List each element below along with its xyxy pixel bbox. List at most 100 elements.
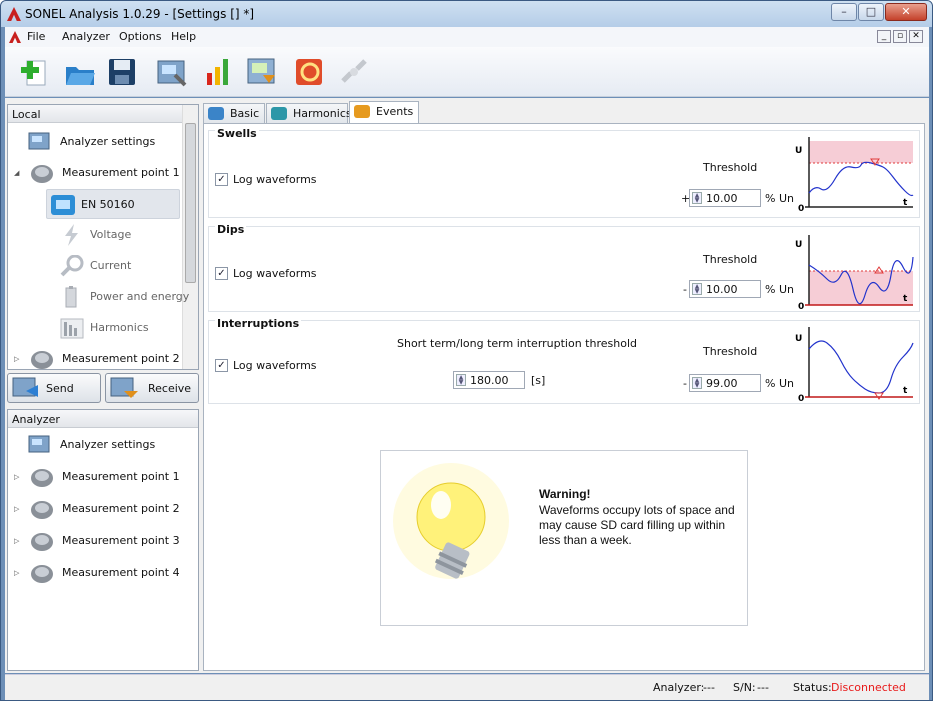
status-analyzer-value: ---	[703, 681, 715, 694]
measurement-point-icon	[31, 469, 53, 487]
zero-label: 0	[798, 302, 804, 311]
scroll-thumb[interactable]	[185, 123, 196, 283]
interruptions-threshold-label: Threshold	[703, 345, 758, 358]
interruptions-log-waveforms-checkbox[interactable]: ✓	[215, 359, 228, 372]
swells-log-waveforms-checkbox[interactable]: ✓	[215, 173, 228, 186]
tree-item-en-50160[interactable]: EN 50160	[46, 189, 180, 219]
client-area: Local Analyzer settings ◢ Measurement po…	[5, 98, 929, 673]
mdi-minimize-button[interactable]: _	[877, 30, 891, 43]
status-label: Status:	[793, 681, 832, 694]
mdi-close-button[interactable]: ✕	[909, 30, 923, 43]
chart-icon[interactable]	[201, 55, 235, 89]
tab-harmonics[interactable]: Harmonics	[266, 103, 352, 123]
measurement-point-icon	[31, 165, 53, 183]
voltage-icon	[65, 224, 78, 246]
tree-item-label: Measurement point 2	[62, 502, 180, 515]
u-axis-label: U	[795, 146, 802, 156]
warning-panel: Warning! Waveforms occupy lots of space …	[380, 450, 748, 626]
current-clamp-icon	[60, 255, 84, 277]
measurement-point-icon	[31, 351, 53, 369]
close-button[interactable]: ✕	[885, 3, 927, 21]
local-scrollbar[interactable]	[182, 105, 198, 369]
mdi-restore-button[interactable]: ▫	[893, 30, 907, 43]
swells-group: Swells ✓ Log waveforms Threshold + ▲ ▼ 10…	[208, 127, 920, 218]
measurement-point-icon	[31, 501, 53, 519]
events-icon	[354, 105, 370, 118]
collapse-arrow-icon[interactable]: ◢	[14, 158, 19, 188]
spin-arrows-icon[interactable]: ▲ ▼	[456, 374, 466, 386]
dips-waveform-diagram: U 0 t	[795, 235, 914, 311]
expand-arrow-icon[interactable]: ▷	[14, 526, 19, 556]
interruption-threshold-label: Short term/long term interruption thresh…	[397, 337, 637, 350]
dips-threshold-input[interactable]: ▲ ▼ 10.00	[689, 280, 761, 298]
t-axis-label: t	[903, 386, 908, 396]
tree-item-label: Measurement point 2	[62, 352, 180, 365]
tree-item-label: Analyzer settings	[60, 135, 156, 148]
swells-threshold-input[interactable]: ▲ ▼ 10.00	[689, 189, 761, 207]
interruptions-sign: -	[683, 377, 687, 390]
local-panel-header: Local	[8, 105, 198, 123]
menu-bar: File Analyzer Options Help _ ▫ ✕	[5, 27, 929, 47]
zero-label: 0	[798, 204, 804, 213]
send-icon	[12, 377, 38, 397]
tree-item-label: Measurement point 1	[62, 166, 180, 179]
expand-arrow-icon[interactable]: ▷	[14, 462, 19, 492]
tree-item-label: Measurement point 1	[62, 470, 180, 483]
dips-log-waveforms-label: Log waveforms	[233, 267, 317, 280]
interruptions-log-waveforms-label: Log waveforms	[233, 359, 317, 372]
dips-threshold-label: Threshold	[703, 253, 758, 266]
spin-arrows-icon[interactable]: ▲ ▼	[692, 377, 702, 389]
power-icon	[65, 286, 77, 308]
receive-button[interactable]: Receive	[105, 373, 199, 403]
analyzer-settings-icon[interactable]	[155, 55, 189, 89]
read-data-icon[interactable]	[245, 55, 279, 89]
sync-icon[interactable]	[293, 55, 327, 89]
tree-item-label: Harmonics	[90, 321, 149, 334]
tab-bar: Basic Harmonics Events	[203, 101, 463, 125]
harmonics-icon	[60, 318, 84, 339]
u-axis-label: U	[795, 240, 802, 250]
toolbar	[5, 47, 929, 97]
minimize-button[interactable]: –	[831, 3, 857, 21]
expand-arrow-icon[interactable]: ▷	[14, 558, 19, 588]
interruption-time-unit: [s]	[531, 374, 546, 387]
swells-title: Swells	[215, 127, 259, 140]
interruption-time-input[interactable]: ▲ ▼ 180.00	[453, 371, 525, 389]
warning-title: Warning!	[539, 487, 591, 501]
analyzer-settings-icon	[28, 132, 50, 150]
menu-analyzer[interactable]: Analyzer	[62, 30, 110, 43]
menu-options[interactable]: Options	[119, 30, 161, 43]
send-button[interactable]: Send	[7, 373, 101, 403]
tree-item-label: Power and energy	[90, 290, 190, 303]
tree-item-label: Voltage	[90, 228, 132, 241]
standard-icon	[51, 195, 75, 215]
tree-item-label: Measurement point 4	[62, 566, 180, 579]
expand-arrow-icon[interactable]: ▷	[14, 494, 19, 524]
lightbulb-icon	[393, 463, 509, 579]
new-icon[interactable]	[19, 55, 53, 89]
dips-unit: % Un	[765, 283, 794, 296]
measurement-point-icon	[31, 533, 53, 551]
menu-file[interactable]: File	[27, 30, 45, 43]
spin-arrows-icon[interactable]: ▲ ▼	[692, 283, 702, 295]
harmonics-icon	[271, 107, 287, 120]
spin-arrows-icon[interactable]: ▲ ▼	[692, 192, 702, 204]
status-bar: Analyzer: --- S/N: --- Status: Disconnec…	[5, 674, 929, 700]
save-icon[interactable]	[105, 55, 139, 89]
warning-text: Waveforms occupy lots of space and may c…	[539, 503, 735, 547]
dips-log-waveforms-checkbox[interactable]: ✓	[215, 267, 228, 280]
interruptions-title: Interruptions	[215, 317, 302, 330]
document-icon	[9, 31, 21, 43]
menu-help[interactable]: Help	[171, 30, 196, 43]
maximize-button[interactable]: □	[858, 3, 884, 21]
send-label: Send	[46, 382, 74, 395]
interruptions-threshold-input[interactable]: ▲ ▼ 99.00	[689, 374, 761, 392]
tab-basic[interactable]: Basic	[203, 103, 265, 123]
tree-item-label: Analyzer settings	[60, 438, 156, 451]
disconnect-icon[interactable]	[337, 55, 371, 89]
dips-title: Dips	[215, 223, 247, 236]
swells-waveform-diagram: U 0 t	[795, 137, 914, 213]
tab-events[interactable]: Events	[349, 101, 419, 123]
open-icon[interactable]	[63, 55, 97, 89]
expand-arrow-icon[interactable]: ▷	[14, 344, 19, 374]
